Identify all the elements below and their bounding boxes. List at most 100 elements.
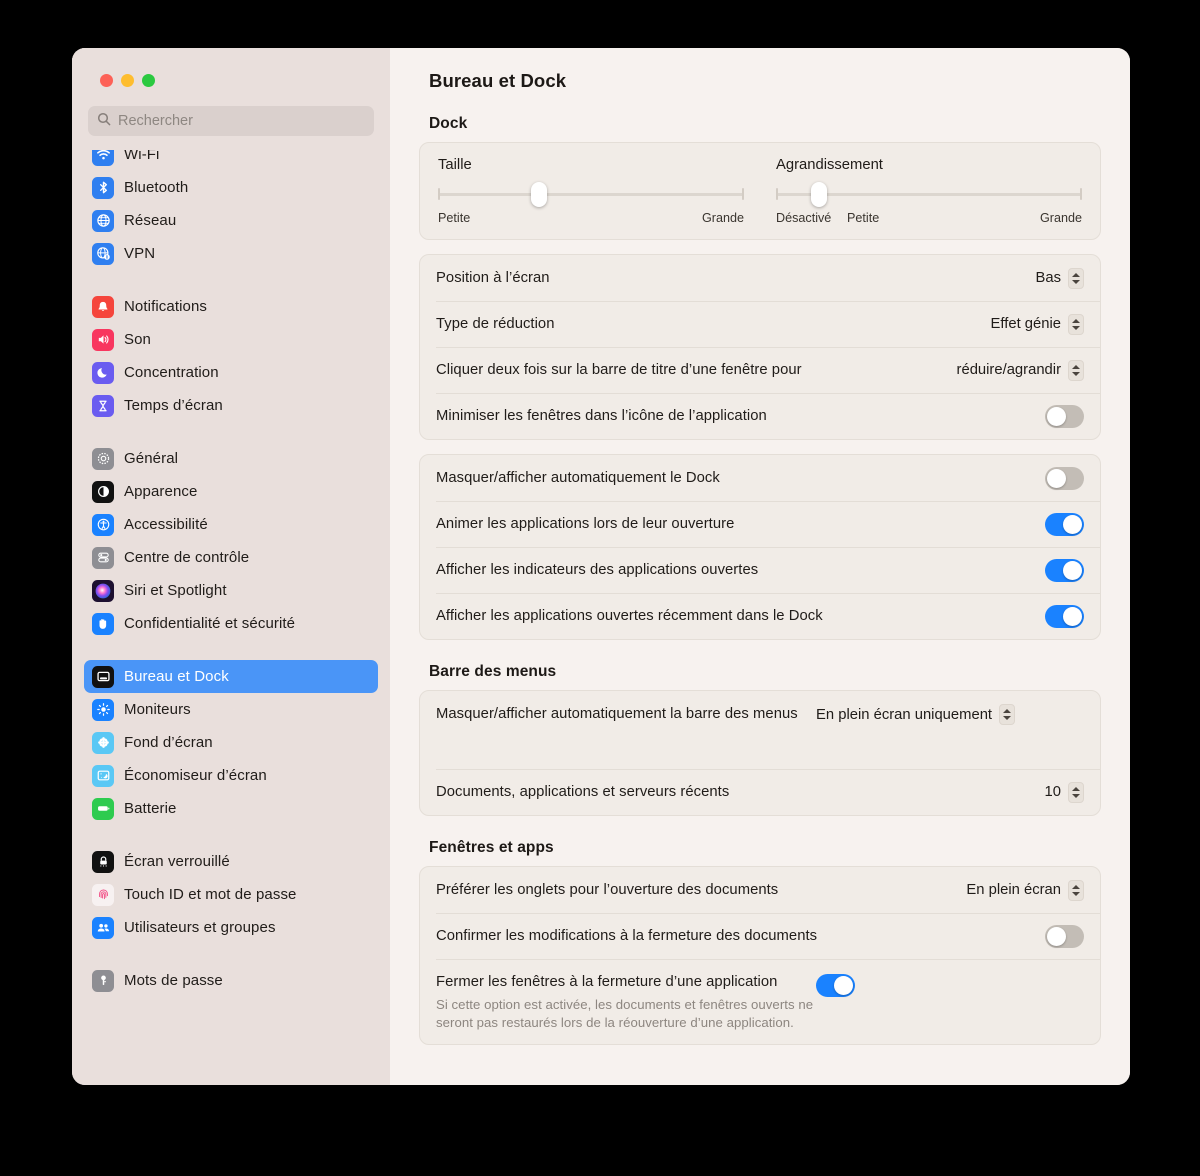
row-screen-position[interactable]: Position à l’écran Bas	[420, 255, 1100, 301]
double-click-titlebar-select[interactable]: réduire/agrandir	[957, 359, 1084, 381]
section-heading-dock: Dock	[429, 115, 468, 132]
battery-icon	[92, 797, 114, 820]
close-button[interactable]	[100, 74, 113, 87]
sidebar-item-bluetooth[interactable]: Bluetooth	[84, 171, 378, 204]
search-input[interactable]	[118, 106, 365, 136]
accessibility-icon	[92, 513, 114, 536]
dock-magnification-legend: Désactivé Petite Grande	[776, 211, 1082, 227]
animate-opening-apps-toggle[interactable]	[1045, 512, 1084, 536]
chevron-updown-icon[interactable]	[1068, 359, 1084, 381]
screen-position-select[interactable]: Bas	[1036, 267, 1084, 289]
slider-legend-max: Grande	[1039, 211, 1082, 225]
sidebar-item-label: Bluetooth	[124, 179, 189, 196]
row-double-click-titlebar[interactable]: Cliquer deux fois sur la barre de titre …	[420, 347, 1100, 393]
sidebar-item-screensaver[interactable]: Économiseur d’écran	[84, 759, 378, 792]
minimize-into-app-icon-toggle[interactable]	[1045, 404, 1084, 428]
minimize-effect-select[interactable]: Effet génie	[990, 313, 1084, 335]
lock-screen-icon	[92, 850, 114, 873]
sidebar-item-control-center[interactable]: Centre de contrôle	[84, 541, 378, 574]
slider-legend-off: Désactivé	[776, 211, 832, 225]
chevron-updown-icon[interactable]	[1068, 267, 1084, 289]
row-minimize-into-app-icon[interactable]: Minimiser les fenêtres dans l’icône de l…	[420, 393, 1100, 439]
key-icon	[92, 969, 114, 992]
sidebar-item-wifi[interactable]: Wi-Fi	[84, 150, 378, 171]
sidebar-item-desktop-dock[interactable]: Bureau et Dock	[84, 660, 378, 693]
select-value: 10	[1044, 784, 1061, 800]
row-label: Confirmer les modifications à la fermetu…	[436, 928, 818, 944]
bluetooth-icon	[92, 176, 114, 199]
chevron-updown-icon[interactable]	[999, 704, 1016, 725]
close-windows-on-quit-toggle[interactable]	[816, 974, 855, 997]
slider-thumb[interactable]	[810, 182, 827, 207]
sidebar-item-general[interactable]: Général	[84, 442, 378, 475]
sidebar-item-privacy-security[interactable]: Confidentialité et sécurité	[84, 607, 378, 640]
sidebar-item-sound[interactable]: Son	[84, 323, 378, 356]
row-minimize-effect[interactable]: Type de réduction Effet génie	[420, 301, 1100, 347]
sidebar-item-lock-screen[interactable]: Écran verrouillé	[84, 845, 378, 878]
row-ask-keep-changes[interactable]: Confirmer les modifications à la fermetu…	[420, 913, 1100, 959]
sidebar-item-label: Économiseur d’écran	[124, 767, 267, 784]
row-label: Fermer les fenêtres à la fermeture d’une…	[436, 972, 816, 1031]
dock-magnification-slider[interactable]	[776, 182, 1082, 207]
sidebar-item-label: Siri et Spotlight	[124, 582, 227, 599]
sidebar-item-appearance[interactable]: Apparence	[84, 475, 378, 508]
sidebar-item-users-groups[interactable]: Utilisateurs et groupes	[84, 911, 378, 944]
row-animate-opening-apps[interactable]: Animer les applications lors de leur ouv…	[420, 501, 1100, 547]
sidebar-item-displays[interactable]: Moniteurs	[84, 693, 378, 726]
sidebar-header	[72, 48, 390, 150]
sidebar-item-screen-time[interactable]: Temps d’écran	[84, 389, 378, 422]
chevron-updown-icon[interactable]	[1068, 313, 1084, 335]
auto-hide-menu-bar-select[interactable]: En plein écran uniquement	[816, 704, 1016, 725]
dock-size-slider[interactable]	[438, 182, 744, 207]
row-label: Préférer les onglets pour l’ouverture de…	[436, 882, 779, 898]
slider-legend-min: Petite	[847, 211, 880, 225]
sidebar-item-label: Son	[124, 331, 151, 348]
sidebar-item-touch-id[interactable]: Touch ID et mot de passe	[84, 878, 378, 911]
minimize-button[interactable]	[121, 74, 134, 87]
sidebar-item-label: Écran verrouillé	[124, 853, 230, 870]
row-show-open-app-indicators[interactable]: Afficher les indicateurs des application…	[420, 547, 1100, 593]
control-center-icon	[92, 546, 114, 569]
sidebar-item-passwords[interactable]: Mots de passe	[84, 964, 378, 997]
sidebar-item-notifications[interactable]: Notifications	[84, 290, 378, 323]
sidebar-item-focus[interactable]: Concentration	[84, 356, 378, 389]
row-label: Masquer/afficher automatiquement la barr…	[436, 706, 798, 722]
sidebar-item-wallpaper[interactable]: Fond d’écran	[84, 726, 378, 759]
show-open-app-indicators-toggle[interactable]	[1045, 558, 1084, 582]
sidebar-item-battery[interactable]: Batterie	[84, 792, 378, 825]
sidebar-item-label: VPN	[124, 245, 156, 262]
slider-tick-start	[438, 188, 440, 200]
row-recent-items[interactable]: Documents, applications et serveurs réce…	[420, 769, 1100, 815]
auto-hide-dock-toggle[interactable]	[1045, 466, 1084, 490]
ask-keep-changes-toggle[interactable]	[1045, 924, 1084, 948]
row-show-recent-apps[interactable]: Afficher les applications ouvertes récem…	[420, 593, 1100, 639]
sidebar-nav-list[interactable]: Wi-Fi Bluetooth Réseau VPN Notifications…	[72, 150, 390, 1085]
sidebar-item-accessibility[interactable]: Accessibilité	[84, 508, 378, 541]
select-value: Effet génie	[990, 316, 1061, 332]
chevron-updown-icon[interactable]	[1068, 781, 1084, 803]
bell-icon	[92, 295, 114, 318]
windows-apps-card: Préférer les onglets pour l’ouverture de…	[419, 866, 1101, 1045]
show-recent-apps-toggle[interactable]	[1045, 604, 1084, 628]
chevron-updown-icon[interactable]	[1068, 879, 1084, 901]
row-auto-hide-menu-bar[interactable]: Masquer/afficher automatiquement la barr…	[420, 691, 1100, 769]
recent-items-select[interactable]: 10	[1044, 781, 1084, 803]
sidebar-group-network: Wi-Fi Bluetooth Réseau VPN	[84, 150, 378, 290]
search-field[interactable]	[88, 106, 374, 136]
select-value: En plein écran uniquement	[816, 706, 993, 723]
prefer-tabs-select[interactable]: En plein écran	[966, 879, 1084, 901]
touch-id-icon	[92, 883, 114, 906]
row-close-windows-on-quit[interactable]: Fermer les fenêtres à la fermeture d’une…	[420, 959, 1100, 1044]
page-title: Bureau et Dock	[429, 70, 567, 91]
sidebar-item-network[interactable]: Réseau	[84, 204, 378, 237]
maximize-button[interactable]	[142, 74, 155, 87]
sidebar-item-vpn[interactable]: VPN	[84, 237, 378, 270]
row-label: Afficher les indicateurs des application…	[436, 562, 759, 578]
row-auto-hide-dock[interactable]: Masquer/afficher automatiquement le Dock	[420, 455, 1100, 501]
gear-icon	[92, 447, 114, 470]
sidebar-group-display: Bureau et Dock Moniteurs Fond d’écran Éc…	[84, 660, 378, 845]
row-prefer-tabs[interactable]: Préférer les onglets pour l’ouverture de…	[420, 867, 1100, 913]
slider-thumb[interactable]	[530, 182, 547, 207]
sidebar-group-passwords: Mots de passe	[84, 964, 378, 1017]
sidebar-item-siri-spotlight[interactable]: Siri et Spotlight	[84, 574, 378, 607]
